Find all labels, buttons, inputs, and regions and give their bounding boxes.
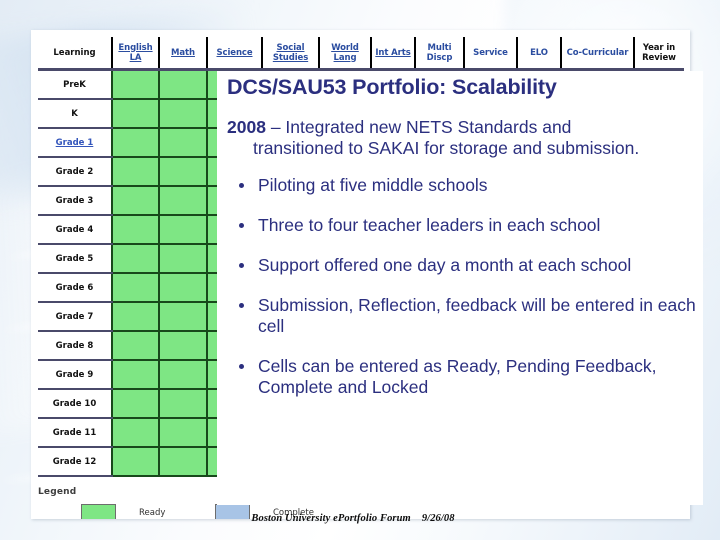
list-item-label: Submission, Reflection, feedback will be… (258, 295, 696, 336)
slide-footer: Boston University ePortfolio Forum 9/26/0… (0, 508, 720, 526)
matrix-cell[interactable] (158, 389, 207, 419)
matrix-cell[interactable] (111, 331, 159, 361)
row-header-prek: PreK (38, 69, 112, 100)
slide-body: 2008 – Integrated new NETS Standards and… (227, 117, 701, 398)
matrix-cell[interactable] (158, 69, 207, 100)
row-header-grade-11: Grade 11 (38, 418, 112, 448)
matrix-corner-header: Learning (38, 37, 112, 71)
matrix-cell[interactable] (111, 418, 159, 448)
lead-year: 2008 (227, 117, 266, 137)
list-item: Piloting at five middle schools (227, 175, 701, 196)
bullet-dot-icon (239, 263, 244, 268)
matrix-cell[interactable] (158, 215, 207, 245)
matrix-cell[interactable] (111, 128, 159, 158)
matrix-cell[interactable] (111, 244, 159, 274)
footer-event-label: Boston University ePortfolio Forum (251, 513, 411, 524)
matrix-cell[interactable] (158, 128, 207, 158)
column-header-world-lang[interactable]: World Lang (318, 37, 371, 71)
matrix-cell[interactable] (158, 360, 207, 390)
matrix-cell[interactable] (158, 302, 207, 332)
column-header-english-la[interactable]: English LA (111, 37, 159, 71)
bullet-dot-icon (239, 364, 244, 369)
matrix-cell[interactable] (158, 99, 207, 129)
row-header-grade-6: Grade 6 (38, 273, 112, 303)
footer-date: 9/26/08 (421, 513, 455, 524)
list-item-label: Piloting at five middle schools (258, 175, 488, 195)
column-header-multi-discp[interactable]: Multi Discp (414, 37, 464, 71)
lead-text: – Integrated new NETS Standards and (270, 117, 572, 137)
matrix-cell[interactable] (158, 331, 207, 361)
content-card: DCS/SAU53 Portfolio: Scalability 2008 – … (217, 71, 703, 505)
matrix-cell[interactable] (111, 360, 159, 390)
row-header-grade-12: Grade 12 (38, 447, 112, 477)
bullet-dot-icon (239, 223, 244, 228)
column-header-co-curricular[interactable]: Co-Curricular (560, 37, 634, 71)
list-item: Cells can be entered as Ready, Pending F… (227, 356, 701, 398)
bullet-dot-icon (239, 183, 244, 188)
matrix-corner-label: Learning (53, 47, 96, 58)
matrix-cell[interactable] (111, 69, 159, 100)
matrix-cell[interactable] (111, 389, 159, 419)
matrix-cell[interactable] (158, 186, 207, 216)
lead-continuation: transitioned to SAKAI for storage and su… (253, 138, 640, 158)
bullet-list: Piloting at five middle schools Three to… (227, 175, 701, 398)
column-header-service[interactable]: Service (463, 37, 517, 71)
row-header-grade-1[interactable]: Grade 1 (38, 128, 112, 158)
matrix-cell[interactable] (158, 447, 207, 477)
page-title: DCS/SAU53 Portfolio: Scalability (227, 75, 557, 99)
matrix-cell[interactable] (158, 157, 207, 187)
slide-canvas: Learning English LA Math Science Social … (0, 0, 720, 540)
lead-paragraph: 2008 – Integrated new NETS Standards and… (227, 117, 701, 159)
column-header-int-arts[interactable]: Int Arts (370, 37, 415, 71)
matrix-cell[interactable] (111, 273, 159, 303)
matrix-cell[interactable] (158, 418, 207, 448)
row-header-grade-9: Grade 9 (38, 360, 112, 390)
list-item-label: Support offered one day a month at each … (258, 255, 632, 275)
list-item-label: Three to four teacher leaders in each sc… (258, 215, 601, 235)
list-item: Support offered one day a month at each … (227, 255, 701, 276)
column-header-math[interactable]: Math (158, 37, 207, 71)
matrix-cell[interactable] (158, 244, 207, 274)
matrix-cell[interactable] (158, 273, 207, 303)
column-header-social-studies[interactable]: Social Studies (261, 37, 319, 71)
matrix-cell[interactable] (111, 186, 159, 216)
row-header-grade-4: Grade 4 (38, 215, 112, 245)
matrix-cell[interactable] (111, 99, 159, 129)
bullet-dot-icon (239, 303, 244, 308)
row-header-grade-7: Grade 7 (38, 302, 112, 332)
row-header-grade-8: Grade 8 (38, 331, 112, 361)
row-header-grade-3: Grade 3 (38, 186, 112, 216)
row-header-grade-10: Grade 10 (38, 389, 112, 419)
column-header-science[interactable]: Science (206, 37, 262, 71)
row-header-k: K (38, 99, 112, 129)
column-header-year-in-review[interactable]: Year in Review (633, 37, 683, 71)
list-item: Three to four teacher leaders in each sc… (227, 215, 701, 236)
row-header-grade-5: Grade 5 (38, 244, 112, 274)
matrix-cell[interactable] (111, 302, 159, 332)
list-item-label: Cells can be entered as Ready, Pending F… (258, 356, 657, 397)
matrix-cell[interactable] (111, 215, 159, 245)
matrix-cell[interactable] (111, 157, 159, 187)
row-header-grade-2: Grade 2 (38, 157, 112, 187)
matrix-header-row: Learning English LA Math Science Social … (38, 37, 683, 71)
column-header-elo[interactable]: ELO (516, 37, 561, 71)
list-item: Submission, Reflection, feedback will be… (227, 295, 701, 337)
matrix-cell[interactable] (111, 447, 159, 477)
